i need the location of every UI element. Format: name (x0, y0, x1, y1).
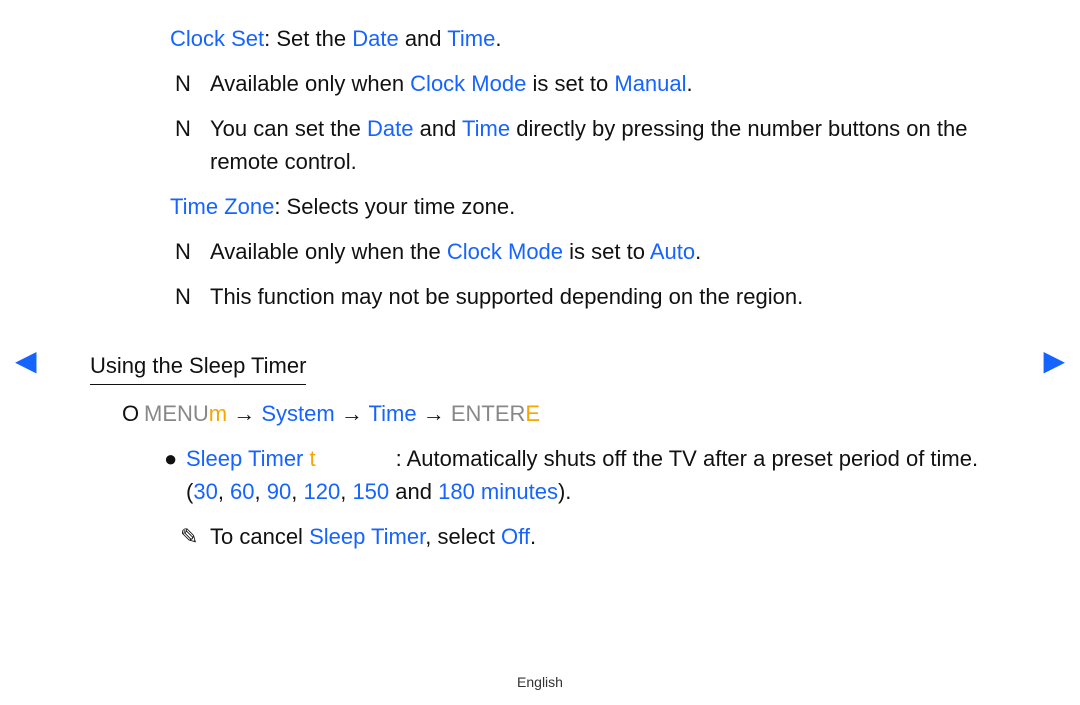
nav-next-button[interactable]: ▶ (1043, 340, 1065, 382)
time-word: Time (447, 26, 495, 51)
text: , (255, 479, 267, 504)
enter-word: ENTER (451, 401, 526, 426)
arrow: → (335, 401, 369, 426)
text: This function may not be supported depen… (210, 284, 803, 309)
system-word: System (261, 401, 334, 426)
section-heading: Using the Sleep Timer (90, 349, 306, 385)
note-marker: N (175, 67, 210, 100)
sleep-timer-label: Sleep Timer (186, 446, 303, 471)
clock-mode-word: Clock Mode (447, 239, 563, 264)
enter-e-icon: E (525, 401, 540, 426)
value-120: 120 (303, 479, 340, 504)
menu-marker: O (122, 397, 144, 430)
text: ). (558, 479, 571, 504)
text: . (687, 71, 693, 96)
text: : Selects your time zone. (274, 194, 515, 219)
page-content: Clock Set: Set the Date and Time. NAvail… (0, 0, 1080, 553)
text: . (530, 524, 536, 549)
time-word: Time (369, 401, 417, 426)
text: , (218, 479, 230, 504)
text: and (389, 479, 438, 504)
sleep-timer-t-icon: t (303, 446, 315, 471)
clock-mode-word: Clock Mode (410, 71, 526, 96)
value-150: 150 (352, 479, 389, 504)
text: is set to (563, 239, 650, 264)
text: and (399, 26, 448, 51)
value-90: 90 (267, 479, 291, 504)
sleep-timer-word: Sleep Timer (309, 524, 425, 549)
text: , (340, 479, 352, 504)
bullet-marker: ● (164, 442, 186, 475)
note-clock-mode-auto: NAvailable only when the Clock Mode is s… (90, 235, 1020, 268)
text: is set to (526, 71, 614, 96)
sleep-timer-line: ●Sleep Timer t: Automatically shuts off … (90, 442, 1020, 508)
text: : Set the (264, 26, 352, 51)
text: You can set the (210, 116, 367, 141)
note-marker: N (175, 235, 210, 268)
value-60: 60 (230, 479, 254, 504)
manual-word: Manual (614, 71, 686, 96)
text: Available only when the (210, 239, 447, 264)
text: . (495, 26, 501, 51)
note-date-time-remote: NYou can set the Date and Time directly … (90, 112, 1020, 178)
note-region-support: NThis function may not be supported depe… (90, 280, 1020, 313)
text: , select (425, 524, 501, 549)
date-word: Date (352, 26, 398, 51)
text: Available only when (210, 71, 410, 96)
nav-prev-button[interactable]: ◀ (15, 340, 37, 382)
menu-path-line: OMENUm → System → Time → ENTERE (90, 397, 1020, 430)
time-zone-label: Time Zone (170, 194, 274, 219)
text: . (695, 239, 701, 264)
cancel-sleep-timer-line: ✎To cancel Sleep Timer, select Off. (90, 520, 1020, 553)
arrow: → (227, 401, 261, 426)
off-word: Off (501, 524, 530, 549)
note-clock-mode-manual: NAvailable only when Clock Mode is set t… (90, 67, 1020, 100)
text: To cancel (210, 524, 309, 549)
text: , (291, 479, 303, 504)
footer-language: English (0, 672, 1080, 693)
note-marker: N (175, 112, 210, 145)
clock-set-label: Clock Set (170, 26, 264, 51)
text: and (413, 116, 462, 141)
time-word: Time (462, 116, 510, 141)
menu-word: MENU (144, 401, 209, 426)
note-marker: N (175, 280, 210, 313)
note-icon: ✎ (180, 520, 210, 553)
clock-set-line: Clock Set: Set the Date and Time. (90, 22, 1020, 55)
date-word: Date (367, 116, 413, 141)
value-180: 180 minutes (438, 479, 558, 504)
value-30: 30 (193, 479, 217, 504)
time-zone-line: Time Zone: Selects your time zone. (90, 190, 1020, 223)
auto-word: Auto (650, 239, 695, 264)
arrow: → (417, 401, 451, 426)
menu-m-icon: m (209, 401, 227, 426)
